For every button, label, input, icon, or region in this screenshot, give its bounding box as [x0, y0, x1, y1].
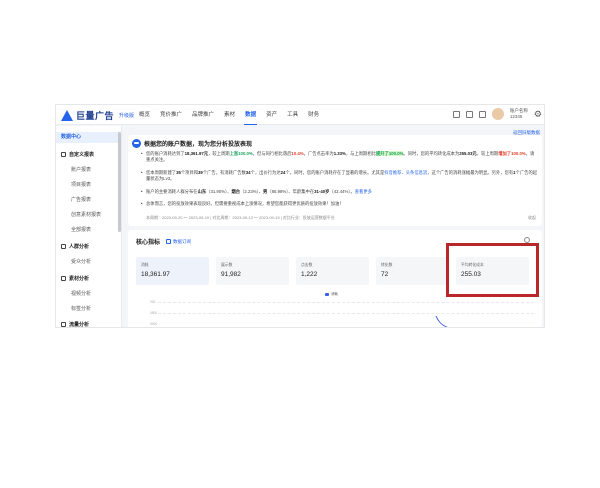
subscribe-label: 数据订阅 [173, 238, 192, 244]
gridline [158, 302, 534, 303]
audience-icon [61, 244, 66, 249]
sidebar-group-label: 素材分析 [69, 276, 90, 282]
sidebar-item-project-report[interactable]: 项目报表 [56, 181, 118, 188]
y-tick-label: 3000 [150, 322, 158, 326]
nav-right-tools: 账户名称 12345 ⚙ [452, 108, 542, 120]
chart-legend[interactable]: 消耗 [325, 292, 338, 297]
data-subscribe-link[interactable]: 数据订阅 [166, 239, 191, 245]
nav-item-finance[interactable]: 财务 [303, 105, 324, 125]
app-logo[interactable]: 巨量广告 升级版 [61, 109, 134, 122]
summary-bullet-audience: 账户的主要消耗人群分布在山东（31.90%）、烟台（2.23%）、男（85.98… [141, 189, 538, 195]
metric-card-conversions[interactable]: 转化数 72 [376, 257, 449, 285]
sidebar-item-tag-analysis[interactable]: 标签分析 [56, 305, 118, 312]
sidebar-group-material[interactable]: 素材分析 [56, 275, 118, 282]
summary-bullet-conclusion: 总体而言，您的投放效果表现良好。但需要重视成本上涨情况，希望您能获得更优质的投放… [141, 201, 538, 207]
account-id: 12345 [509, 114, 523, 119]
metric-label: 消耗 [141, 263, 149, 267]
metric-value: 72 [381, 271, 389, 278]
metric-card-impressions[interactable]: 展示数 91,982 [216, 257, 289, 285]
y-tick-label: 200 [150, 300, 156, 304]
logo-text: 巨量广告 [76, 111, 115, 121]
metric-label: 展示数 [221, 263, 233, 267]
calendar-icon[interactable] [465, 110, 473, 118]
top-navigation-bar: 巨量广告 升级版 概览 竞价推广 品牌推广 素材 数据 资产 工具 财务 账户名… [56, 105, 544, 125]
assistant-icon [132, 139, 141, 148]
metric-card-cost[interactable]: 消耗 18,361.97 [136, 257, 209, 285]
sidebar-item-video-analysis[interactable]: 视频分析 [56, 290, 118, 297]
summary-bullet-ads: 您本周期新建了35个项目和39个广告，有消耗广告数34个，出价行为达24个。同时… [141, 170, 538, 182]
avatar[interactable] [491, 108, 504, 120]
material-icon [61, 276, 66, 281]
account-info[interactable]: 账户名称 12345 [510, 108, 528, 120]
sidebar-item-ad-report[interactable]: 广告报表 [56, 196, 118, 203]
sidebar-group-audience[interactable]: 人群分析 [56, 243, 118, 250]
gridline [158, 313, 534, 314]
traffic-icon [61, 322, 66, 327]
sidebar-group-label: 人群分析 [69, 244, 90, 250]
version-badge: 升级版 [119, 113, 135, 119]
main-menu: 概览 竞价推广 品牌推广 素材 数据 资产 工具 财务 [134, 105, 324, 125]
ai-summary-card: 根据您的账户数据，现为您分析投放表现 您的账户消耗达到了18,361.97元，较… [128, 135, 542, 226]
gear-icon[interactable]: ⚙ [534, 109, 542, 120]
sidebar-scrollbar[interactable] [118, 132, 121, 232]
nav-item-brand-promotion[interactable]: 品牌推广 [187, 105, 219, 125]
nav-item-bid-promotion[interactable]: 竞价推广 [155, 105, 187, 125]
nav-item-creative[interactable]: 素材 [219, 105, 240, 125]
sidebar-group-label: 自定义报表 [69, 152, 95, 158]
summary-header: 根据您的账户数据，现为您分析投放表现 [132, 139, 252, 148]
report-icon [61, 152, 66, 157]
nav-item-tools[interactable]: 工具 [282, 105, 303, 125]
core-metrics-title: 核心指标 [136, 240, 161, 246]
metric-label: 点击数 [301, 263, 313, 267]
metric-label: 转化数 [381, 263, 393, 267]
metric-value: 18,361.97 [141, 271, 170, 278]
sidebar-item-creative-report[interactable]: 创意素材报表 [56, 211, 118, 218]
metric-value: 91,982 [221, 271, 241, 278]
metric-card-clicks[interactable]: 点击数 1,222 [296, 257, 369, 285]
core-metrics-header: 核心指标 数据订阅 [136, 237, 191, 247]
logo-icon [61, 110, 73, 121]
sidebar-item-data-center[interactable]: 数据中心 [56, 132, 118, 143]
collapse-link[interactable]: 收起 [528, 215, 536, 221]
y-tick-label: 4500 [150, 311, 158, 315]
sidebar-item-account-report[interactable]: 账户报表 [56, 166, 118, 173]
legend-label: 消耗 [331, 292, 338, 296]
summary-title: 根据您的账户数据，现为您分析投放表现 [144, 142, 253, 148]
main-content: 返回旧版数据 根据您的账户数据，现为您分析投放表现 您的账户消耗达到了18,36… [126, 126, 544, 327]
sidebar-group-traffic[interactable]: 流量分析 [56, 321, 118, 328]
subscribe-icon [166, 239, 172, 244]
sidebar-group-label: 流量分析 [69, 322, 90, 328]
nav-item-overview[interactable]: 概览 [134, 105, 155, 125]
metric-value: 1,222 [301, 271, 318, 278]
highlight-box [446, 243, 539, 297]
view-more-link[interactable]: 查看更多 [355, 189, 372, 194]
sidebar: 数据中心 自定义报表 账户报表 项目报表 广告报表 创意素材报表 全部报表 人群… [56, 126, 122, 328]
nav-item-data[interactable]: 数据 [240, 105, 261, 125]
summary-period-footer: 本周期：2023-09-20 ～ 2023-09-19 | 对比周期：2023-… [146, 215, 335, 220]
summary-bullet-cost: 您的账户消耗达到了18,361.97元，较上周期上涨100.0%，但与同行相比落… [141, 151, 538, 163]
sidebar-group-custom-reports[interactable]: 自定义报表 [56, 151, 118, 158]
trend-line [435, 316, 448, 327]
clipboard-icon[interactable] [452, 110, 460, 118]
notification-icon[interactable] [478, 110, 486, 118]
nav-item-assets[interactable]: 资产 [261, 105, 282, 125]
legend-swatch [325, 293, 329, 296]
sidebar-item-audience-analysis[interactable]: 受众分析 [56, 258, 118, 265]
sidebar-item-all-reports[interactable]: 全部报表 [56, 226, 118, 233]
